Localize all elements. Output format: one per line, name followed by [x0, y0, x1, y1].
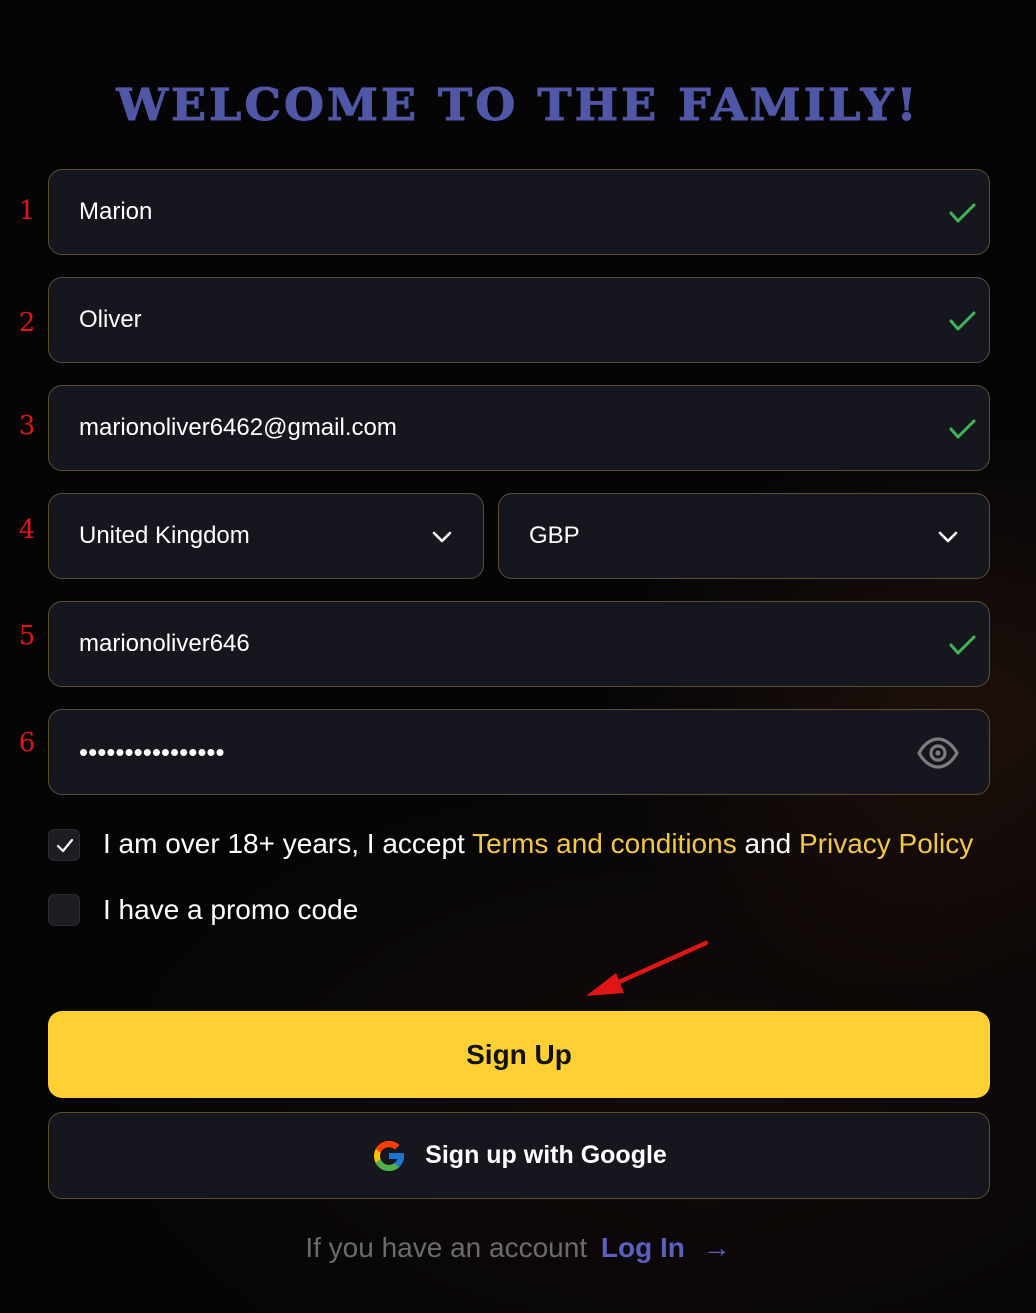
terms-and: and [744, 828, 792, 859]
username-field[interactable]: marionoliver646 [48, 601, 990, 687]
login-prompt: If you have an account [305, 1232, 588, 1263]
country-select[interactable]: United Kingdom [48, 493, 484, 579]
currency-select[interactable]: GBP [498, 493, 990, 579]
country-value: United Kingdom [79, 522, 250, 549]
terms-link[interactable]: Terms and conditions [472, 828, 737, 859]
step-number-1: 1 [18, 196, 36, 226]
check-icon [949, 635, 976, 655]
password-field[interactable]: •••••••••••••••• [48, 709, 990, 795]
promo-label: I have a promo code [103, 894, 359, 925]
sign-up-button[interactable]: Sign Up [48, 1011, 990, 1098]
step-number-2: 2 [18, 308, 36, 338]
check-icon [949, 419, 976, 439]
privacy-link[interactable]: Privacy Policy [799, 828, 973, 859]
checkmark-icon [56, 838, 74, 853]
eye-icon[interactable] [917, 736, 959, 770]
google-sign-up-button[interactable]: Sign up with Google [48, 1112, 990, 1199]
password-value: •••••••••••••••• [79, 736, 225, 767]
email-field[interactable]: marionoliver6462@gmail.com [48, 385, 990, 471]
check-icon [949, 311, 976, 331]
step-number-5: 5 [18, 621, 36, 651]
step-number-3: 3 [18, 411, 36, 441]
terms-checkbox[interactable] [48, 829, 80, 861]
red-arrow-icon [586, 940, 709, 996]
chevron-down-icon [432, 531, 452, 543]
step-number-4: 4 [18, 515, 36, 545]
check-icon [949, 203, 976, 223]
last-name-field[interactable]: Oliver [48, 277, 990, 363]
first-name-field[interactable]: Marion [48, 169, 990, 255]
page-title: WELCOME TO THE FAMILY! [116, 79, 920, 131]
google-logo-icon [374, 1140, 405, 1171]
terms-prefix: I am over 18+ years, I accept [103, 828, 465, 859]
email-value: marionoliver6462@gmail.com [79, 414, 397, 441]
step-number-6: 6 [18, 728, 36, 758]
arrow-right-icon[interactable]: → [703, 1232, 731, 1263]
login-prompt-line: If you have an account Log In → [0, 1232, 1036, 1264]
google-button-label: Sign up with Google [425, 1141, 667, 1169]
currency-value: GBP [529, 522, 580, 549]
login-link[interactable]: Log In [601, 1232, 685, 1263]
first-name-value: Marion [79, 198, 153, 225]
promo-checkbox[interactable] [48, 894, 80, 926]
last-name-value: Oliver [79, 306, 142, 333]
username-value: marionoliver646 [79, 630, 250, 657]
chevron-down-icon [938, 531, 958, 543]
terms-label: I am over 18+ years, I accept Terms and … [103, 828, 973, 860]
